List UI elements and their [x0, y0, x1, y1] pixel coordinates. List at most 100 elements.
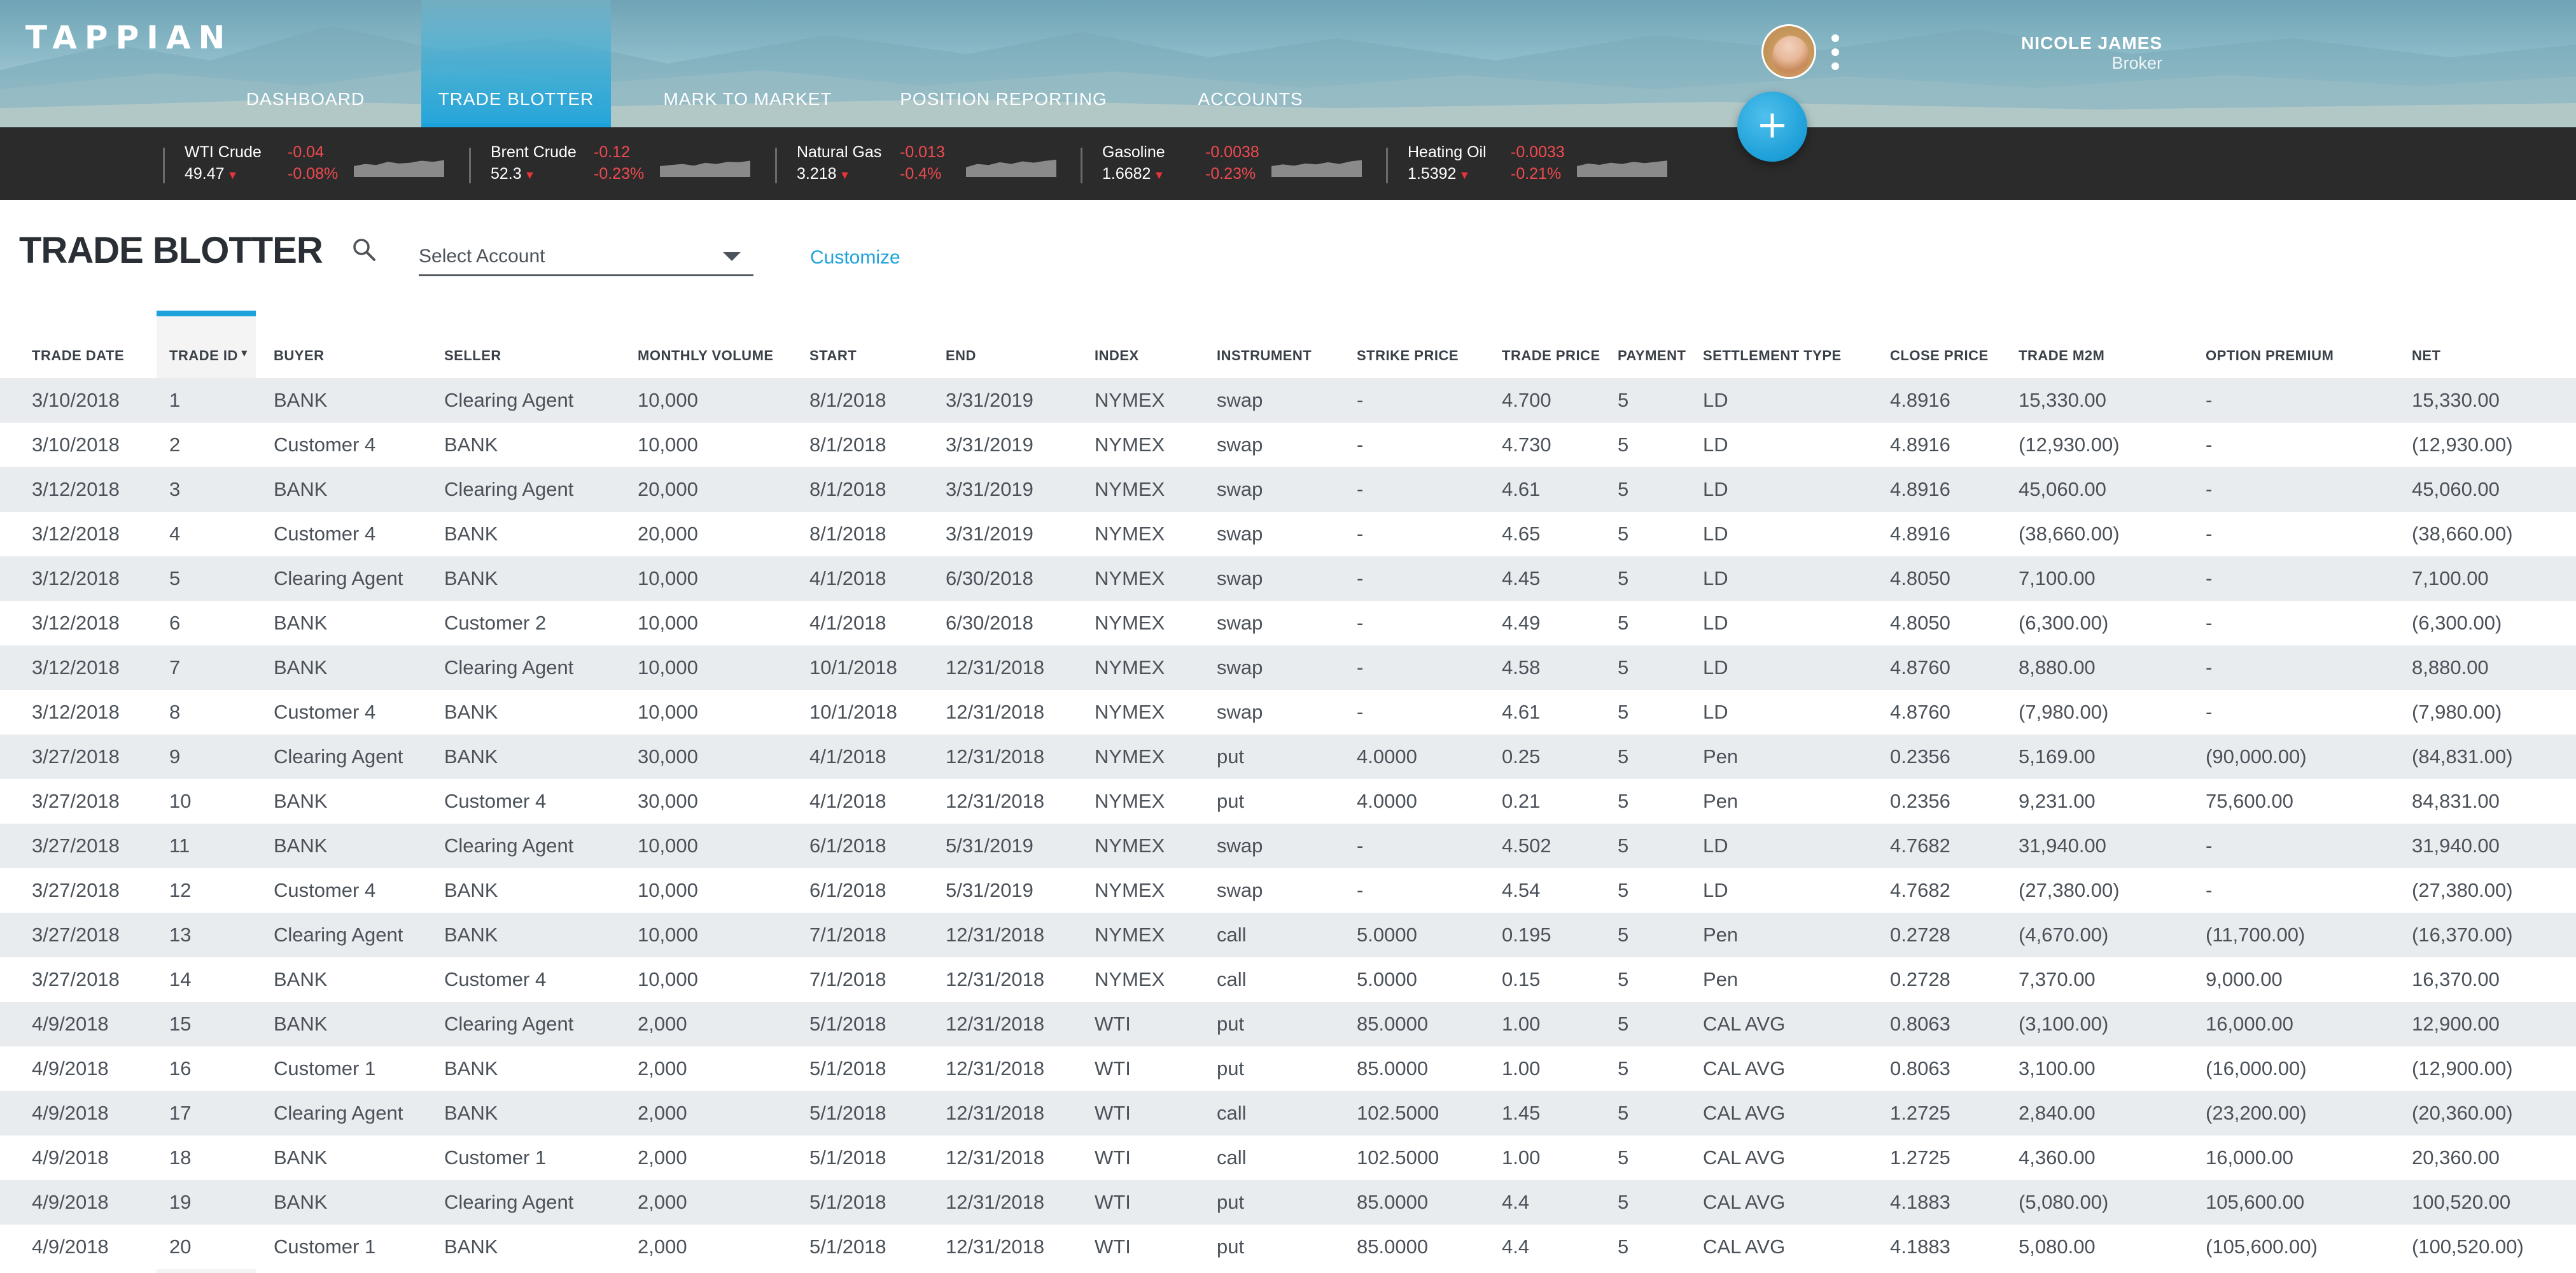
column-header-label: BUYER — [274, 348, 325, 363]
nav-tab-accounts[interactable]: ACCOUNTS — [1190, 0, 1311, 127]
column-header-seller[interactable]: SELLER — [444, 334, 501, 378]
cell-trade-id: 12 — [169, 879, 192, 901]
column-header-label: NET — [2412, 348, 2441, 363]
account-select[interactable]: Select Account — [419, 237, 753, 276]
column-header-strike-price[interactable]: STRIKE PRICE — [1357, 334, 1459, 378]
nav-tab-dashboard[interactable]: DASHBOARD — [242, 0, 369, 127]
cell-option-premium: - — [2206, 389, 2213, 411]
table-row[interactable]: 3/10/2018 1 BANK Clearing Agent 10,000 8/1/20… — [0, 378, 2576, 423]
cell-index: WTI — [1095, 1102, 1131, 1124]
search-icon[interactable] — [351, 237, 377, 265]
ticker-name: Brent Crude — [491, 143, 577, 161]
column-header-buyer[interactable]: BUYER — [274, 334, 325, 378]
cell-instrument: call — [1217, 924, 1247, 946]
cell-trade-date: 3/27/2018 — [32, 924, 120, 946]
cell-trade-id: 18 — [169, 1146, 192, 1169]
cell-end: 12/31/2018 — [946, 1191, 1045, 1213]
table-row[interactable]: 4/9/2018 15 BANK Clearing Agent 2,000 5/1/201… — [0, 1002, 2576, 1046]
column-header-trade-m2m[interactable]: TRADE M2M — [2019, 334, 2104, 378]
cell-net: 20,360.00 — [2412, 1146, 2500, 1169]
nav-tab-trade-blotter[interactable]: TRADE BLOTTER — [421, 0, 611, 127]
cell-settlement-type: LD — [1703, 701, 1728, 723]
cell-index: NYMEX — [1095, 924, 1165, 946]
cell-settlement-type: LD — [1703, 433, 1728, 456]
cell-trade-price: 4.54 — [1502, 879, 1541, 901]
table-row[interactable]: 3/27/2018 9 Clearing Agent BANK 30,000 4/1/20… — [0, 735, 2576, 779]
table-row[interactable]: 4/9/2018 16 Customer 1 BANK 2,000 5/1/2018 12/… — [0, 1046, 2576, 1091]
column-header-trade-id[interactable]: TRADE ID ▼ — [169, 334, 249, 378]
cell-start: 4/1/2018 — [809, 567, 886, 589]
column-header-instrument[interactable]: INSTRUMENT — [1217, 334, 1312, 378]
nav-tab-mark-to-market[interactable]: MARK TO MARKET — [655, 0, 840, 127]
cell-buyer: Customer 4 — [274, 433, 376, 456]
cell-trade-id: 6 — [169, 612, 181, 634]
cell-index: NYMEX — [1095, 567, 1165, 589]
table-row[interactable]: 3/12/2018 4 Customer 4 BANK 20,000 8/1/2018 3/… — [0, 512, 2576, 556]
user-avatar[interactable] — [1761, 24, 1816, 79]
column-header-trade-date[interactable]: TRADE DATE — [32, 334, 124, 378]
table-row[interactable]: 3/27/2018 13 Clearing Agent BANK 10,000 7/1/2… — [0, 913, 2576, 957]
cell-trade-m2m: 3,100.00 — [2019, 1057, 2096, 1080]
column-header-trade-price[interactable]: TRADE PRICE — [1502, 334, 1600, 378]
cell-close-price: 4.8760 — [1890, 656, 1950, 679]
cell-index: WTI — [1095, 1191, 1131, 1213]
table-row[interactable]: 3/27/2018 14 BANK Customer 4 10,000 7/1/2018 1… — [0, 957, 2576, 1002]
column-header-net[interactable]: NET — [2412, 334, 2441, 378]
cell-net: 45,060.00 — [2412, 478, 2500, 500]
cell-monthly-volume: 20,000 — [638, 478, 698, 500]
table-row[interactable]: 3/12/2018 3 BANK Clearing Agent 20,000 8/1/20… — [0, 467, 2576, 512]
cell-net: (12,930.00) — [2412, 433, 2513, 456]
table-row[interactable]: 4/9/2018 19 BANK Clearing Agent 2,000 5/1/201… — [0, 1180, 2576, 1225]
table-row[interactable]: 3/12/2018 6 BANK Customer 2 10,000 4/1/2018 6/… — [0, 601, 2576, 645]
ticker-item-natural-gas[interactable]: Natural Gas 3.218 ▼ -0.013 -0.4% — [775, 127, 1068, 200]
cell-trade-id: 4 — [169, 523, 181, 545]
table-row[interactable]: 4/9/2018 17 Clearing Agent BANK 2,000 5/1/201… — [0, 1091, 2576, 1136]
cell-strike-price: 102.5000 — [1357, 1146, 1439, 1169]
table-row[interactable]: 3/27/2018 11 BANK Clearing Agent 10,000 6/1/2… — [0, 824, 2576, 868]
table-row[interactable]: 3/12/2018 5 Clearing Agent BANK 10,000 4/1/20… — [0, 556, 2576, 601]
cell-close-price: 1.2725 — [1890, 1146, 1950, 1169]
column-header-start[interactable]: START — [809, 334, 857, 378]
table-row[interactable]: 4/9/2018 18 BANK Customer 1 2,000 5/1/2018 12/… — [0, 1136, 2576, 1180]
user-name: NICOLE JAMES — [2020, 33, 2162, 53]
nav-tab-label: POSITION REPORTING — [900, 89, 1107, 109]
cell-index: NYMEX — [1095, 478, 1165, 500]
ticker-percent: -0.23% — [594, 165, 645, 183]
ticker-item-brent-crude[interactable]: Brent Crude 52.3 ▼ -0.12 -0.23% — [469, 127, 762, 200]
table-row[interactable]: 3/27/2018 10 BANK Customer 4 30,000 4/1/2018 1… — [0, 779, 2576, 824]
ticker-item-gasoline[interactable]: Gasoline 1.6682 ▼ -0.0038 -0.23% — [1081, 127, 1373, 200]
cell-trade-price: 4.4 — [1502, 1191, 1530, 1213]
cell-trade-price: 4.61 — [1502, 701, 1541, 723]
table-row[interactable]: 3/10/2018 2 Customer 4 BANK 10,000 8/1/2018 3/… — [0, 423, 2576, 467]
cell-seller: BANK — [444, 879, 498, 901]
column-header-settlement-type[interactable]: SETTLEMENT TYPE — [1703, 334, 1842, 378]
column-header-payment[interactable]: PAYMENT — [1618, 334, 1686, 378]
column-header-close-price[interactable]: CLOSE PRICE — [1890, 334, 1989, 378]
cell-option-premium: (11,700.00) — [2206, 924, 2306, 946]
column-header-option-premium[interactable]: OPTION PREMIUM — [2206, 334, 2334, 378]
cell-trade-date: 3/12/2018 — [32, 612, 120, 634]
cell-instrument: call — [1217, 1102, 1247, 1124]
table-row[interactable]: 3/12/2018 8 Customer 4 BANK 10,000 10/1/2018 1… — [0, 690, 2576, 735]
cell-trade-date: 4/9/2018 — [32, 1235, 109, 1258]
cell-instrument: call — [1217, 968, 1247, 990]
table-row[interactable]: 3/27/2018 12 Customer 4 BANK 10,000 6/1/2018 5… — [0, 868, 2576, 913]
column-header-index[interactable]: INDEX — [1095, 334, 1139, 378]
column-header-end[interactable]: END — [946, 334, 976, 378]
cell-option-premium: 9,000.00 — [2206, 968, 2283, 990]
column-header-monthly-volume[interactable]: MONTHLY VOLUME — [638, 334, 774, 378]
cell-net: 15,330.00 — [2412, 389, 2500, 411]
ticker-item-wti-crude[interactable]: WTI Crude 49.47 ▼ -0.04 -0.08% — [163, 127, 456, 200]
cell-close-price: 1.2725 — [1890, 1102, 1950, 1124]
add-trade-button[interactable]: + — [1737, 92, 1807, 162]
more-vertical-icon[interactable] — [1831, 34, 1840, 70]
ticker-sparkline — [966, 159, 1056, 177]
nav-tab-position-reporting[interactable]: POSITION REPORTING — [899, 0, 1109, 127]
ticker-item-heating-oil[interactable]: Heating Oil 1.5392 ▼ -0.0033 -0.21% — [1386, 127, 1679, 200]
cell-end: 5/31/2019 — [946, 879, 1033, 901]
table-row[interactable]: 3/12/2018 7 BANK Clearing Agent 10,000 10/1/2… — [0, 645, 2576, 690]
cell-strike-price: - — [1357, 612, 1364, 634]
table-row[interactable]: 4/9/2018 20 Customer 1 BANK 2,000 5/1/2018 12/… — [0, 1225, 2576, 1269]
customize-link[interactable]: Customize — [810, 247, 900, 269]
cell-buyer: Clearing Agent — [274, 745, 403, 768]
